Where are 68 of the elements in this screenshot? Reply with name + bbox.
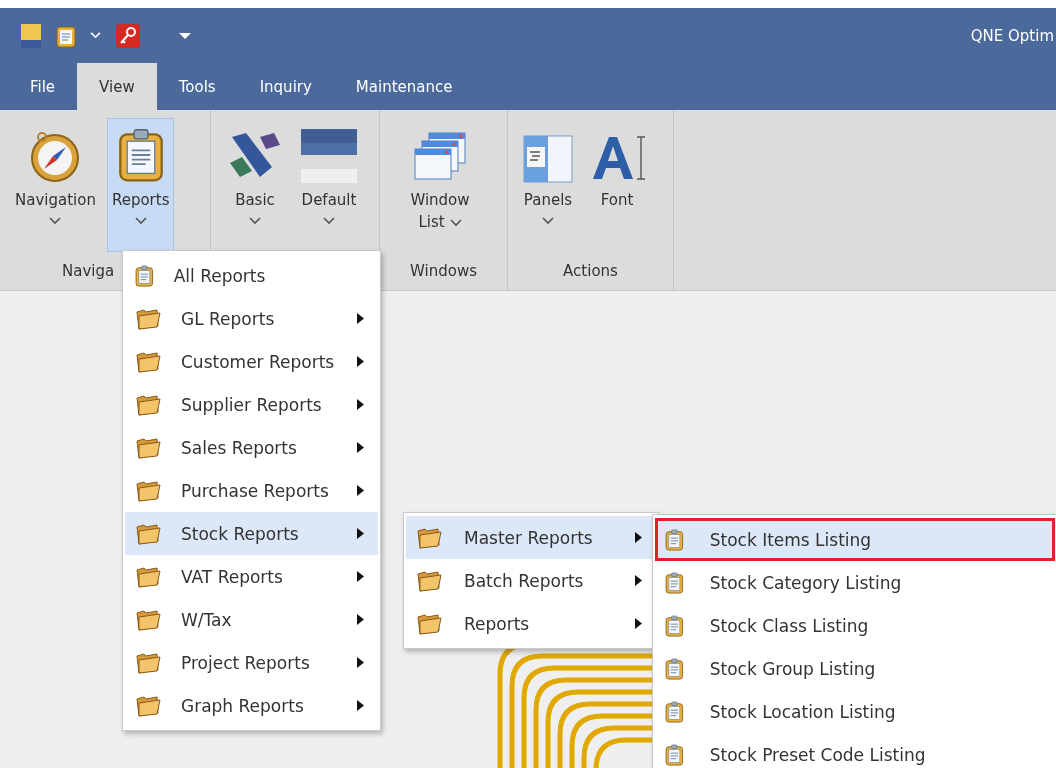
folder-icon [135, 607, 161, 632]
folder-icon [135, 564, 161, 589]
menu-item[interactable]: Stock Location Listing [655, 690, 1055, 733]
ribbon-tab[interactable]: Inquiry [237, 63, 334, 110]
app-icon[interactable] [20, 22, 42, 49]
caret-icon [449, 219, 462, 227]
window-title: QNE Optim [970, 26, 1055, 45]
ribbon-button[interactable]: Window List [390, 118, 490, 252]
caret-icon [134, 217, 147, 225]
menu-item[interactable]: Stock Group Listing [655, 647, 1055, 690]
menu-item[interactable]: W/Tax [125, 598, 378, 641]
clipboard-icon [665, 700, 684, 723]
ribbon-button[interactable]: Default [295, 118, 363, 252]
dropdown-caret-icon[interactable] [90, 32, 101, 39]
menu-item[interactable]: Purchase Reports [125, 469, 378, 512]
clipboard-icon [665, 614, 684, 637]
ribbon-button[interactable]: Font [584, 118, 650, 252]
ribbon-tab[interactable]: Maintenance [333, 63, 475, 110]
folder-icon [416, 525, 442, 550]
panels-icon [523, 135, 573, 183]
windows-icon [413, 131, 467, 183]
clipboard-icon [665, 571, 684, 594]
menu-item[interactable]: Batch Reports [406, 559, 656, 602]
folder-icon [135, 693, 161, 718]
clipboard-icon [665, 528, 684, 551]
ribbon-button[interactable]: Panels [518, 118, 578, 252]
color-bars-icon [300, 127, 358, 183]
menu-item[interactable]: Supplier Reports [125, 383, 378, 426]
folder-icon [135, 521, 161, 546]
folder-icon [135, 478, 161, 503]
ribbon-tab[interactable]: View [77, 63, 157, 110]
ribbon-tab[interactable]: File [8, 63, 78, 110]
folder-icon [135, 349, 161, 374]
menu-item[interactable]: GL Reports [125, 297, 378, 340]
key-icon[interactable] [115, 22, 141, 49]
ribbon-button[interactable]: Navigation [10, 118, 101, 252]
folder-icon [135, 392, 161, 417]
menu-item[interactable]: VAT Reports [125, 555, 378, 598]
ribbon-button[interactable]: Reports [106, 118, 175, 252]
clipboard-icon [117, 127, 164, 183]
ribbon-tab[interactable]: Tools [156, 63, 238, 110]
menu-item[interactable]: Graph Reports [125, 684, 378, 727]
caret-icon [323, 217, 335, 225]
menu-item[interactable]: All Reports [125, 254, 378, 297]
menu-item[interactable]: Stock Category Listing [655, 561, 1055, 604]
folder-icon [416, 568, 442, 593]
folder-icon [135, 306, 161, 331]
menu-item[interactable]: Reports [406, 602, 656, 645]
group-label: Windows [410, 262, 477, 280]
menu-item[interactable]: Customer Reports [125, 340, 378, 383]
menu-item[interactable]: Stock Items Listing [655, 518, 1055, 561]
menu-item[interactable]: Stock Class Listing [655, 604, 1055, 647]
folder-icon [416, 611, 442, 636]
caret-icon [249, 217, 261, 225]
clipboard-icon [665, 657, 684, 680]
menu-item[interactable]: Stock Reports [125, 512, 378, 555]
menu-item[interactable]: Stock Preset Code Listing [655, 733, 1055, 768]
folder-icon [135, 435, 161, 460]
folder-icon [135, 650, 161, 675]
group-label: Naviga [62, 262, 115, 280]
clipboard-icon [135, 264, 154, 287]
ribbon-button[interactable]: Basic [221, 118, 289, 252]
caret-icon [542, 217, 554, 225]
caret-icon [49, 217, 62, 225]
menu-item[interactable]: Project Reports [125, 641, 378, 684]
dropdown-caret-icon[interactable] [179, 32, 191, 39]
menu-item[interactable]: Sales Reports [125, 426, 378, 469]
group-label: Actions [563, 262, 618, 280]
